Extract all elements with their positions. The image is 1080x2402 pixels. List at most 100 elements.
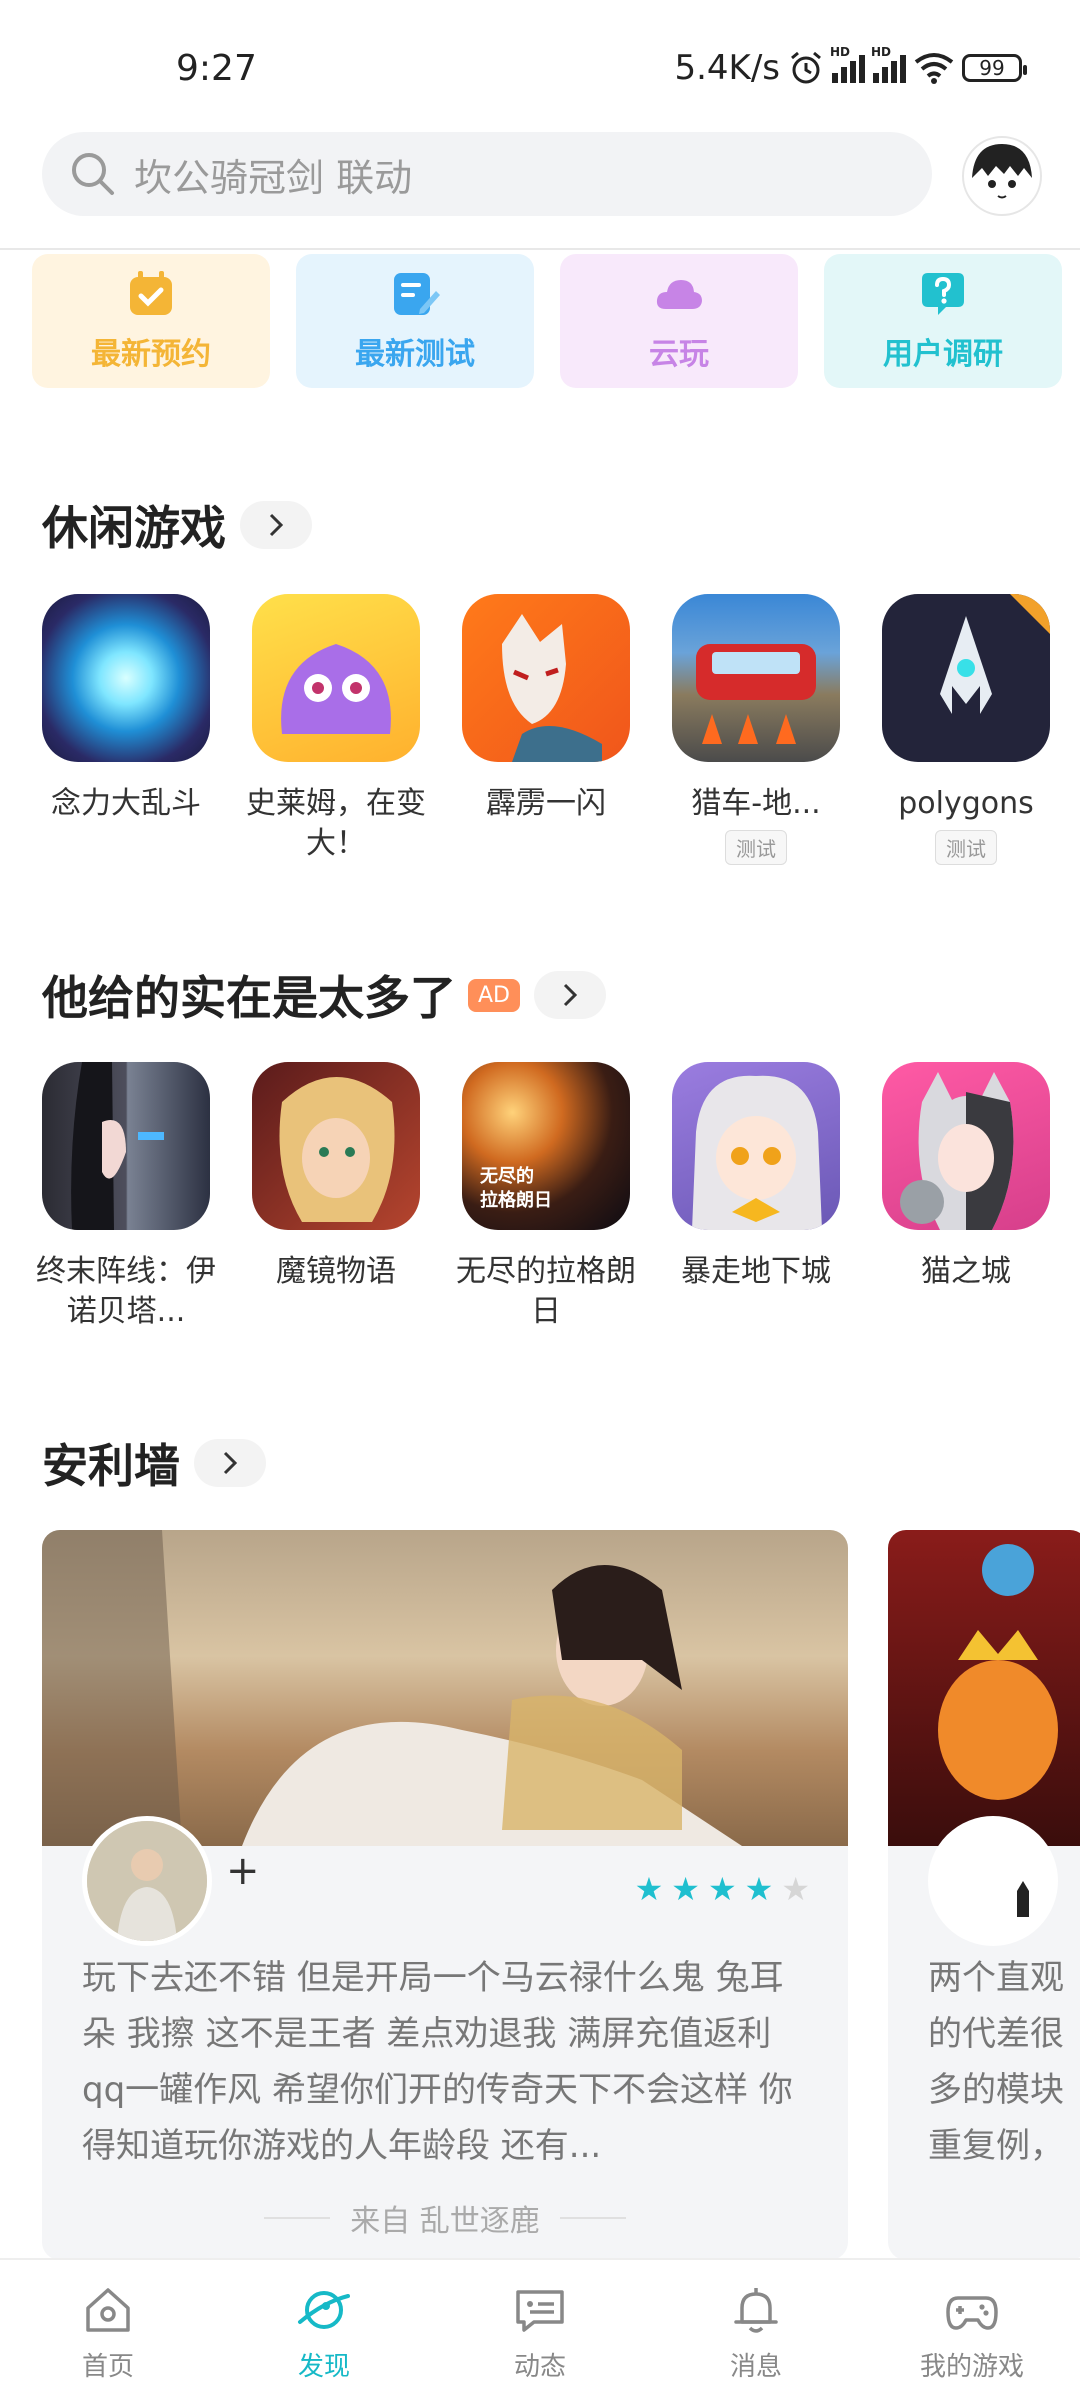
chevron-right-icon[interactable]	[194, 1439, 266, 1487]
star-icon: ★	[671, 1870, 700, 1908]
reviewer-avatar[interactable]	[928, 1816, 1058, 1946]
quick-entry-label: 用户调研	[883, 337, 1003, 372]
game-icon: 无尽的 拉格朗日	[462, 1062, 630, 1230]
game-name: 霹雳一闪	[486, 786, 606, 821]
game-icon	[672, 594, 840, 762]
tab-discover[interactable]: 发现	[216, 2260, 432, 2402]
signal-icon: HD	[871, 45, 906, 83]
quick-entry-label: 最新测试	[355, 337, 475, 372]
section-title: 安利墙	[42, 1439, 180, 1493]
game-name: 念力大乱斗	[51, 786, 201, 821]
gamepad-icon	[946, 2296, 998, 2330]
game-name: 史莱姆，在变大！	[246, 786, 426, 861]
quick-entry-label: 云玩	[649, 337, 709, 372]
quick-entry-test[interactable]: 最新测试	[296, 254, 534, 388]
status-bar: 9:27 5.4K/s HD HD 99	[0, 0, 1080, 120]
tab-label: 我的游戏	[919, 2352, 1024, 2382]
chat-feed-icon	[516, 2290, 564, 2332]
chevron-right-icon[interactable]	[240, 501, 312, 549]
quick-entry-cloud[interactable]: 云玩	[560, 254, 798, 388]
game-icon	[42, 594, 210, 762]
game-item[interactable]: 史莱姆，在变大！	[246, 594, 426, 865]
game-item[interactable]: polygons 测试	[882, 594, 1050, 865]
quick-entry-survey[interactable]: 用户调研	[824, 254, 1062, 388]
question-bubble-icon	[922, 273, 964, 315]
status-time: 9:27	[176, 48, 257, 89]
section-header-ad[interactable]: 他给的实在是太多了 AD	[42, 962, 606, 1028]
reviewer-avatar[interactable]	[82, 1816, 212, 1946]
avatar-face-icon	[972, 144, 1032, 199]
user-avatar[interactable]	[962, 136, 1042, 216]
chevron-right-icon[interactable]	[534, 971, 606, 1019]
section-title: 他给的实在是太多了	[42, 971, 456, 1025]
tab-home[interactable]: 首页	[0, 2260, 216, 2402]
ad-badge: AD	[468, 978, 520, 1012]
home-icon	[86, 2288, 130, 2332]
game-icon	[462, 594, 630, 762]
review-source[interactable]: 来自 乱世逐鹿	[42, 2196, 848, 2240]
section-title: 休闲游戏	[42, 501, 226, 555]
svg-text:无尽的: 无尽的	[480, 1165, 534, 1187]
tab-label: 消息	[729, 2352, 782, 2382]
tab-my-games[interactable]: 我的游戏	[864, 2260, 1080, 2402]
ad-games-row: 终末阵线：伊诺贝塔... 魔镜物语 无尽的 拉格朗日 无尽的拉格朗日 暴走地下城…	[36, 1062, 1050, 1332]
game-name: 终末阵线：伊诺贝塔...	[36, 1254, 216, 1329]
game-name: 魔镜物语	[276, 1254, 396, 1289]
search-bar[interactable]: 坎公骑冠剑 联动	[42, 132, 932, 216]
quick-entry-reserve[interactable]: 最新预约	[32, 254, 270, 388]
game-icon	[252, 1062, 420, 1230]
star-icon: ★	[707, 1870, 737, 1908]
svg-text:拉格朗日: 拉格朗日	[480, 1189, 552, 1211]
bell-icon	[734, 2288, 778, 2333]
search-icon	[72, 153, 114, 195]
star-icon: ★	[781, 1870, 810, 1908]
status-badge: 测试	[725, 830, 787, 865]
net-speed: 5.4K/s	[674, 48, 780, 88]
header-divider	[0, 248, 1080, 250]
game-item[interactable]: 念力大乱斗	[42, 594, 210, 865]
game-icon	[882, 1062, 1050, 1230]
review-text: 两个直观的代差很多的模块重复例，左上	[928, 1958, 1064, 2166]
alarm-icon	[791, 51, 821, 84]
follow-button[interactable]: +	[226, 1848, 260, 1894]
review-card[interactable]: + ★ ★ ★ ★ ★ 玩下去还不错 但是开局一个马云禄什么鬼 兔耳朵 我擦 这…	[42, 1530, 848, 2260]
game-icon	[252, 594, 420, 762]
tab-label: 发现	[297, 2352, 350, 2382]
signal-icon: HD	[830, 45, 865, 83]
rating-stars: ★ ★ ★ ★ ★	[635, 1870, 810, 1908]
section-header-casual[interactable]: 休闲游戏	[42, 492, 312, 558]
game-icon	[672, 1062, 840, 1230]
status-badge: 测试	[935, 830, 997, 865]
game-name: 无尽的拉格朗日	[456, 1254, 636, 1329]
game-banner-image	[888, 1530, 1080, 1846]
tab-messages[interactable]: 消息	[648, 2260, 864, 2402]
game-item[interactable]: 猎车-地... 测试	[672, 594, 840, 865]
tab-label: 首页	[81, 2352, 134, 2382]
game-name: 猫之城	[921, 1254, 1011, 1289]
star-icon: ★	[634, 1870, 664, 1908]
tab-feed[interactable]: 动态	[432, 2260, 648, 2402]
section-header-recommend[interactable]: 安利墙	[42, 1430, 266, 1496]
review-card[interactable]: 两个直观的代差很多的模块重复例，左上	[888, 1530, 1080, 2260]
edit-doc-icon	[394, 273, 440, 315]
quick-entry-label: 最新预约	[91, 337, 211, 372]
game-name: 暴走地下城	[681, 1254, 831, 1289]
calendar-check-icon	[130, 271, 172, 315]
review-source-label: 来自 乱世逐鹿	[350, 2204, 540, 2239]
battery-icon: 99	[962, 54, 1027, 82]
game-item[interactable]: 暴走地下城	[672, 1062, 840, 1332]
game-item[interactable]: 无尽的 拉格朗日 无尽的拉格朗日	[456, 1062, 636, 1332]
star-icon: ★	[744, 1870, 774, 1908]
game-item[interactable]: 霹雳一闪	[462, 594, 630, 865]
game-icon	[882, 594, 1050, 762]
cloud-icon	[656, 280, 702, 309]
game-icon	[42, 1062, 210, 1230]
bottom-navigation: 首页 发现 动态 消息 我的游戏	[0, 2258, 1080, 2402]
game-item[interactable]: 终末阵线：伊诺贝塔...	[36, 1062, 216, 1332]
recommend-cards: + ★ ★ ★ ★ ★ 玩下去还不错 但是开局一个马云禄什么鬼 兔耳朵 我擦 这…	[42, 1530, 1080, 2260]
game-item[interactable]: 魔镜物语	[252, 1062, 420, 1332]
tab-label: 动态	[513, 2352, 566, 2382]
search-placeholder: 坎公骑冠剑 联动	[134, 155, 413, 200]
game-item[interactable]: 猫之城	[882, 1062, 1050, 1332]
discover-planet-icon	[298, 2291, 350, 2329]
